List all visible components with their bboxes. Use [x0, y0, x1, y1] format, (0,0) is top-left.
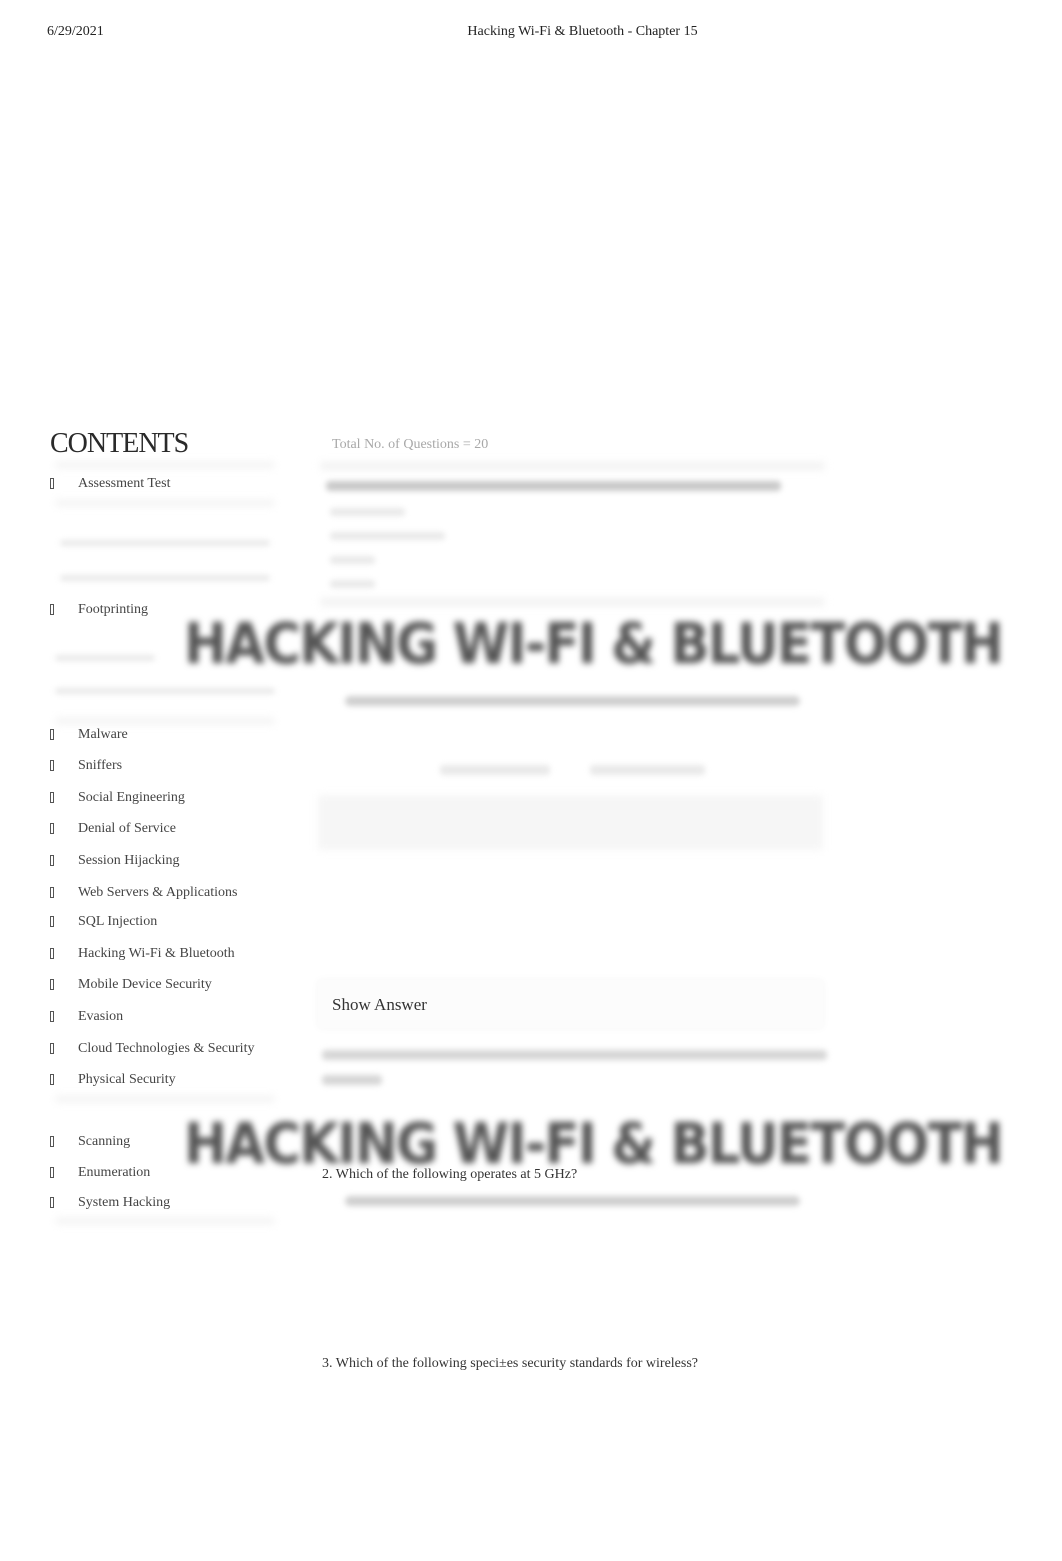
- caret-icon: [50, 1043, 54, 1054]
- sidebar-item-label: Social Engineering: [78, 790, 185, 805]
- sidebar-item-sql-injection[interactable]: SQL Injection: [48, 914, 288, 936]
- sidebar-item-social-engineering[interactable]: Social Engineering: [48, 790, 288, 812]
- sidebar-divider: [55, 1096, 275, 1102]
- caret-icon: [50, 823, 54, 834]
- watermark-banner: HACKING WI-FI & BLUETOOTH: [184, 612, 1004, 677]
- sidebar-item-label: SQL Injection: [78, 914, 158, 929]
- caret-icon: [50, 1167, 54, 1178]
- sidebar-blurred-item: [60, 540, 270, 546]
- show-answer-button[interactable]: Show Answer: [332, 995, 427, 1015]
- caret-icon: [50, 887, 54, 898]
- blurred-question-text: [322, 1075, 382, 1085]
- blurred-question-text: [322, 1050, 827, 1060]
- caret-icon: [50, 729, 54, 740]
- caret-icon: [50, 604, 54, 615]
- sidebar-item-label: Footprinting: [78, 602, 149, 617]
- blurred-option: [330, 532, 445, 540]
- page-title: Hacking Wi-Fi & Bluetooth - Chapter 15: [467, 24, 698, 39]
- caret-icon: [50, 855, 54, 866]
- caret-icon: [50, 1136, 54, 1147]
- sidebar-blurred-item: [55, 688, 275, 694]
- sidebar-item-mobile-device-security[interactable]: Mobile Device Security: [48, 977, 288, 999]
- sidebar-item-label: Hacking Wi-Fi & Bluetooth: [78, 946, 235, 961]
- sidebar-divider: [55, 500, 275, 506]
- blurred-option: [330, 556, 375, 564]
- contents-heading: CONTENTS: [50, 428, 189, 459]
- watermark-subtitle: [345, 1196, 800, 1206]
- sidebar-divider: [55, 462, 275, 468]
- caret-icon: [50, 478, 54, 489]
- sidebar-item-label: Sniffers: [78, 758, 123, 773]
- blurred-button[interactable]: [440, 765, 550, 775]
- sidebar-item-label: System Hacking: [78, 1195, 171, 1210]
- sidebar-item-malware[interactable]: Malware: [48, 727, 288, 749]
- sidebar-item-evasion[interactable]: Evasion: [48, 1009, 288, 1031]
- total-questions: Total No. of Questions = 20: [332, 437, 489, 452]
- sidebar-item-cloud-technologies[interactable]: Cloud Technologies & Security: [48, 1041, 288, 1063]
- sidebar-item-hacking-wifi-bluetooth[interactable]: Hacking Wi-Fi & Bluetooth: [48, 946, 288, 968]
- sidebar-divider: [55, 718, 275, 724]
- blurred-question-text: [326, 481, 781, 491]
- sidebar-item-denial-of-service[interactable]: Denial of Service: [48, 821, 288, 843]
- sidebar-blurred-item: [55, 655, 155, 661]
- question-2: 2. Which of the following operates at 5 …: [322, 1167, 578, 1182]
- blurred-answer-box[interactable]: [318, 795, 823, 850]
- question-divider: [320, 462, 825, 470]
- watermark-subtitle: [345, 696, 800, 706]
- blurred-button[interactable]: [590, 765, 705, 775]
- sidebar-item-label: Physical Security: [78, 1072, 176, 1087]
- caret-icon: [50, 1074, 54, 1085]
- sidebar-item-web-servers[interactable]: Web Servers & Applications: [48, 885, 288, 907]
- sidebar-item-label: Web Servers & Applications: [78, 885, 238, 900]
- caret-icon: [50, 792, 54, 803]
- sidebar-item-label: Mobile Device Security: [78, 977, 212, 992]
- blurred-option: [330, 508, 405, 516]
- sidebar-item-label: Enumeration: [78, 1165, 151, 1180]
- caret-icon: [50, 948, 54, 959]
- sidebar-item-label: Evasion: [78, 1009, 124, 1024]
- sidebar-item-sniffers[interactable]: Sniffers: [48, 758, 288, 780]
- blurred-option: [330, 580, 375, 588]
- sidebar-item-label: Denial of Service: [78, 821, 176, 836]
- sidebar-item-session-hijacking[interactable]: Session Hijacking: [48, 853, 288, 875]
- question-divider: [320, 598, 825, 606]
- caret-icon: [50, 1011, 54, 1022]
- sidebar-item-label: Cloud Technologies & Security: [78, 1041, 255, 1056]
- question-3: 3. Which of the following speci±es secur…: [322, 1356, 698, 1371]
- caret-icon: [50, 916, 54, 927]
- sidebar-divider: [55, 1218, 275, 1224]
- sidebar-item-system-hacking[interactable]: System Hacking: [48, 1195, 288, 1217]
- sidebar-item-label: Assessment Test: [78, 476, 171, 491]
- sidebar-item-label: Scanning: [78, 1134, 131, 1149]
- sidebar-item-label: Session Hijacking: [78, 853, 180, 868]
- sidebar-item-label: Malware: [78, 727, 128, 742]
- sidebar-item-assessment-test[interactable]: Assessment Test: [48, 476, 288, 498]
- caret-icon: [50, 1197, 54, 1208]
- caret-icon: [50, 979, 54, 990]
- caret-icon: [50, 760, 54, 771]
- sidebar-blurred-item: [60, 575, 270, 581]
- sidebar-item-physical-security[interactable]: Physical Security: [48, 1072, 288, 1094]
